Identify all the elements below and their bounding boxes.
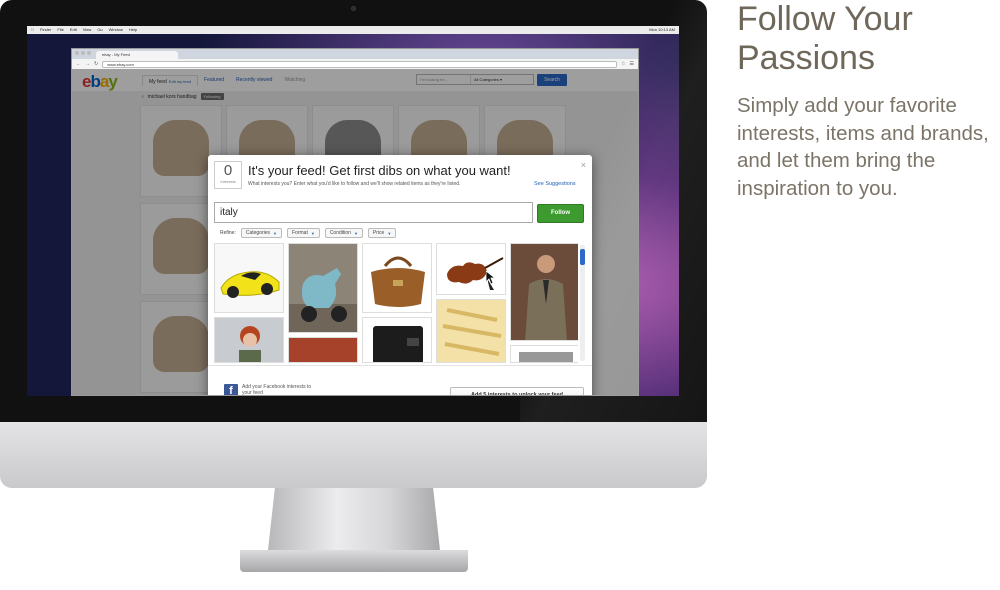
suit-image [511,244,578,340]
minimize-window-button[interactable] [81,51,85,55]
menu-view[interactable]: View [83,26,92,34]
results-grid [214,243,578,363]
modal-footer: f Add your Facebook interests to your fe… [208,365,592,395]
chevron-down-icon: ▼ [353,230,358,236]
menu-finder[interactable]: Finder [40,26,51,34]
imac-chin [0,422,707,488]
mac-menubar:  Finder File Edit View Go Window Help M… [27,26,679,34]
modal-title: It's your feed! Get first dibs on what y… [248,163,511,178]
texture-image [289,338,357,362]
apple-icon[interactable]:  [31,26,34,34]
interest-count-label: Interests [220,179,236,184]
filter-price[interactable]: Price ▼ [367,228,397,238]
feed-onboarding-modal: 0 Interests It's your feed! Get first di… [208,155,592,395]
filter-categories[interactable]: Categories ▼ [240,228,282,238]
browser-tab[interactable]: ebay - My Feed [96,51,178,59]
result-card-gadget[interactable] [510,345,578,363]
menu-icon[interactable]: ☰ [630,61,634,67]
modal-subtitle: What interests you? Enter what you'd lik… [248,181,461,187]
filter-categories-label: Categories [245,230,271,236]
gadget-image [511,346,578,362]
result-card-texture[interactable] [288,337,358,363]
chevron-down-icon: ▼ [273,230,277,236]
ebay-page: ebay My feed Edit my feed Featured Recent… [72,69,638,395]
sports-car-image [215,244,283,312]
result-card-wallet[interactable] [362,317,432,363]
unlock-feed-button[interactable]: Add 5 interests to unlock your feed [450,387,584,395]
see-suggestions-link[interactable]: See Suggestions [534,181,576,187]
menu-go[interactable]: Go [97,26,102,34]
mouse-cursor-icon [486,271,496,285]
result-card-suit[interactable] [510,243,578,341]
back-icon[interactable]: ← [76,61,81,67]
chevron-down-icon: ▼ [387,230,392,236]
follow-button[interactable]: Follow [537,204,584,223]
close-icon[interactable]: × [581,160,586,170]
browser-toolbar: ← → ↻ www.ebay.com ☆ ☰ [72,59,638,69]
facebook-icon[interactable]: f [224,384,238,395]
result-card-scooter[interactable] [288,243,358,333]
pattern-image [437,300,505,362]
handbag-image [363,244,431,312]
camera-dot [351,6,356,11]
forward-icon[interactable]: → [85,61,90,67]
imac-frame:  Finder File Edit View Go Window Help M… [0,0,707,422]
facebook-connect-link[interactable]: Add your Facebook interests to your feed [242,384,322,395]
result-card-handbag[interactable] [362,243,432,313]
tab-strip: ebay - My Feed [72,49,638,59]
interest-input[interactable]: italy [214,202,533,223]
stage: Follow Your Passions Simply add your fav… [0,0,1000,590]
promo-title: Follow Your Passions [737,0,913,77]
url-bar[interactable]: www.ebay.com [102,60,618,68]
result-card-pattern[interactable] [436,299,506,363]
filter-price-label: Price [372,230,385,236]
imac-screen:  Finder File Edit View Go Window Help M… [27,26,679,396]
chevron-down-icon: ▼ [310,230,315,236]
scooter-image [289,244,357,332]
result-card-sports-car[interactable] [214,243,284,313]
portrait-image [215,318,283,362]
browser-window: ebay - My Feed ← → ↻ www.ebay.com ☆ ☰ eb… [71,48,639,396]
menu-file[interactable]: File [57,26,63,34]
wallet-image [363,318,431,362]
filter-format[interactable]: Format ▼ [287,228,320,238]
refine-label: Refine: [220,230,236,236]
window-controls [75,51,91,55]
refine-bar: Refine: Categories ▼ Format ▼ Condition ▼ P… [220,228,397,238]
promo-body: Simply add your favorite interests, item… [737,94,989,200]
menu-edit[interactable]: Edit [70,26,77,34]
filter-condition-label: Condition [329,230,351,236]
result-card-portrait[interactable] [214,317,284,363]
result-card-violin[interactable] [436,243,506,295]
imac-stand-base [240,550,468,572]
interest-counter: 0 Interests [214,161,242,189]
interest-count: 0 [223,162,233,179]
menubar-clock[interactable]: Mon 10:13 AM [649,26,675,34]
reload-icon[interactable]: ↻ [94,61,98,67]
bookmark-star-icon[interactable]: ☆ [621,61,625,67]
filter-format-label: Format [292,230,308,236]
scrollbar-thumb[interactable] [580,249,585,265]
violin-image [437,244,505,294]
close-window-button[interactable] [75,51,79,55]
imac-stand [268,488,440,550]
filter-condition[interactable]: Condition ▼ [324,228,363,238]
menu-help[interactable]: Help [129,26,137,34]
results-scrollbar[interactable] [580,245,585,361]
menu-window[interactable]: Window [109,26,123,34]
zoom-window-button[interactable] [87,51,91,55]
